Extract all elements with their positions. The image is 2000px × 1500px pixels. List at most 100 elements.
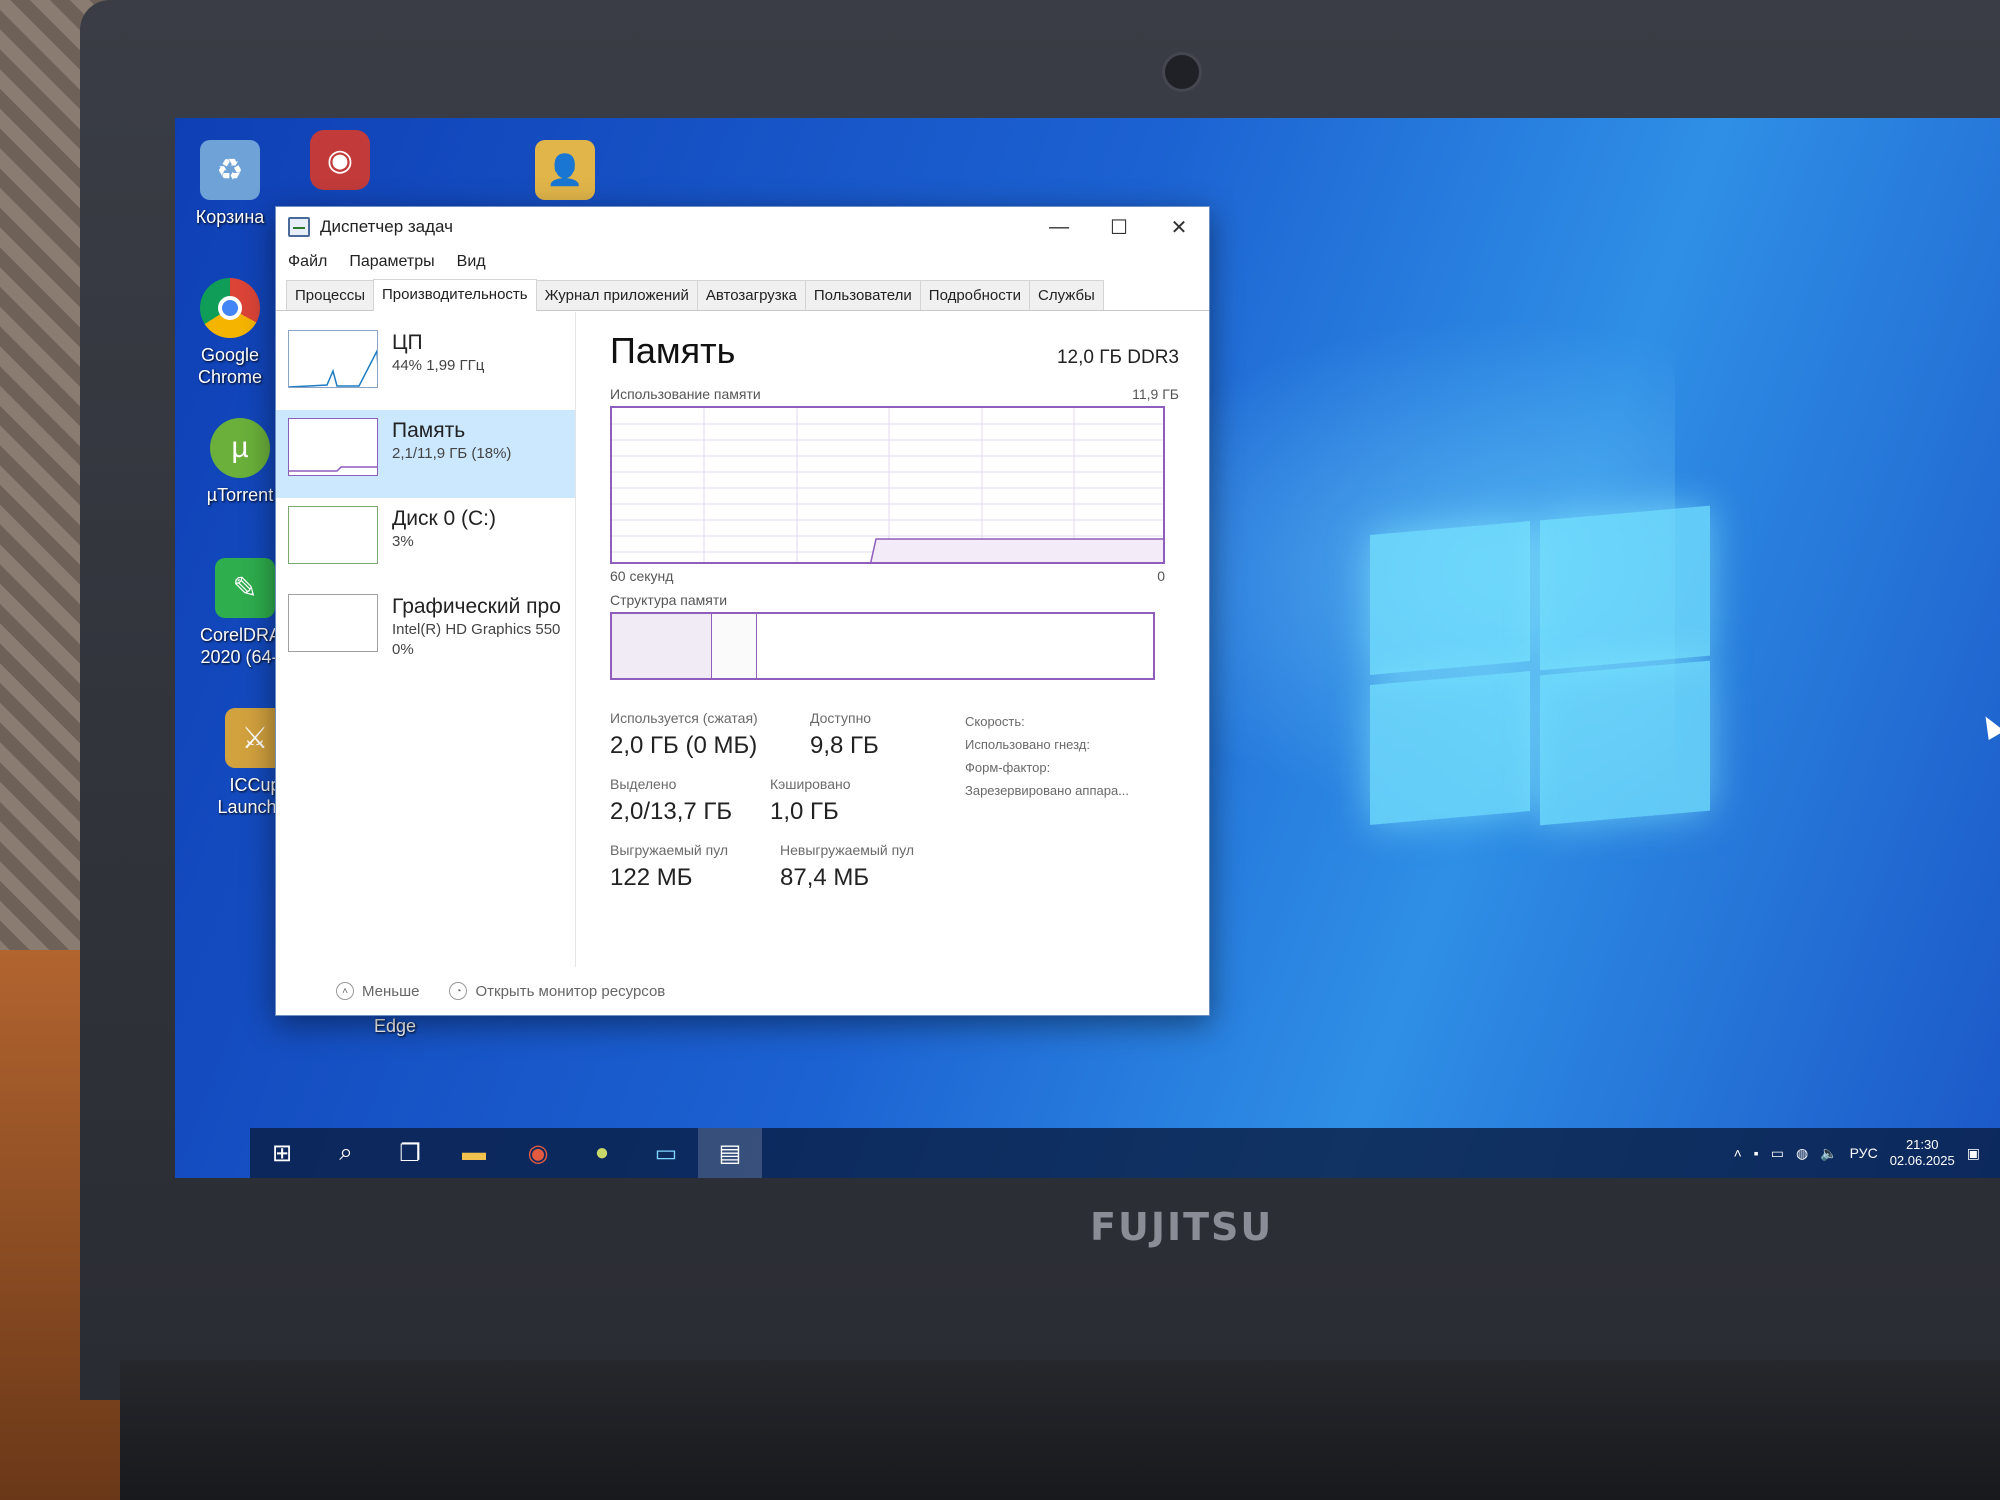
open-resource-monitor-link[interactable]: ◔ Открыть монитор ресурсов: [449, 982, 665, 1000]
disk-thumbnail: [288, 506, 378, 564]
clock-date: 02.06.2025: [1889, 1153, 1955, 1168]
stat-committed-value: 2,0/13,7 ГБ: [610, 798, 733, 825]
task-manager-window: Диспетчер задач — ☐ ✕ Файл Параметры Вид…: [275, 206, 1210, 1016]
task-manager-icon: ▤: [718, 1139, 742, 1167]
tray-overflow-icon[interactable]: ˄: [1734, 1145, 1742, 1161]
chrome-taskbar-button[interactable]: ◉: [506, 1128, 570, 1178]
structure-modified: [712, 614, 757, 678]
close-button[interactable]: ✕: [1149, 207, 1209, 247]
window-titlebar[interactable]: Диспетчер задач — ☐ ✕: [276, 207, 1209, 247]
laptop-base: [120, 1360, 2000, 1500]
user-folder-icon: 👤: [535, 140, 595, 200]
structure-label: Структура памяти: [610, 592, 728, 608]
structure-in-use: [612, 614, 712, 678]
tab-processes[interactable]: Процессы: [286, 280, 375, 310]
detail-spec: 12,0 ГБ DDR3: [1056, 347, 1179, 368]
desktop-screen: ♻ Корзина ◉ 👤 Google Chrome µ µTorrent ✎…: [175, 118, 2000, 1178]
minimize-button[interactable]: —: [1029, 207, 1089, 247]
sidebar-memory-sub: 2,1/11,9 ГБ (18%): [392, 445, 512, 462]
stat-paged-label: Выгружаемый пул: [610, 842, 729, 858]
clock-time: 21:30: [1905, 1137, 1939, 1152]
memory-stats: Используется (сжатая) 2,0 ГБ (0 МБ) Дост…: [610, 710, 1179, 910]
sidebar-item-disk[interactable]: Диск 0 (C:) 3%: [276, 498, 575, 586]
sidebar-gpu-name: Графический про: [392, 595, 561, 618]
windows-logo-icon: [1370, 498, 1710, 828]
tray-device-icon[interactable]: ▪: [1754, 1145, 1759, 1161]
clock[interactable]: 21:30 02.06.2025: [1890, 1137, 1955, 1169]
taskbar: ⊞ ⌕ ❐ ▬ ◉ ● ▭ ▤ ˄ ▪ ▭ ◍ 🔈 РУС 21:30 02.0…: [250, 1128, 2000, 1178]
stat-committed-label: Выделено: [610, 776, 677, 792]
search-button[interactable]: ⌕: [314, 1128, 378, 1178]
utorrent-icon: µ: [210, 418, 270, 478]
maximize-button[interactable]: ☐: [1089, 207, 1149, 247]
menu-view[interactable]: Вид: [457, 253, 486, 271]
system-tray: ˄ ▪ ▭ ◍ 🔈 РУС 21:30 02.06.2025 ▣: [1734, 1137, 2000, 1169]
coreldraw-icon: ✎: [215, 558, 275, 618]
tab-startup[interactable]: Автозагрузка: [696, 280, 806, 310]
sidebar-cpu-name: ЦП: [392, 331, 423, 354]
sidebar-item-gpu[interactable]: Графический про Intel(R) HD Graphics 550…: [276, 586, 575, 674]
sidebar-disk-sub: 3%: [392, 533, 414, 550]
stat-cached-label: Кэшировано: [770, 776, 851, 792]
webcam-icon: [1162, 52, 1202, 92]
network-icon[interactable]: ◍: [1796, 1145, 1808, 1162]
sidebar-item-cpu[interactable]: ЦП 44% 1,99 ГГц: [276, 322, 575, 410]
app-taskbar-button[interactable]: ●: [570, 1128, 634, 1178]
file-explorer-button[interactable]: ▬: [442, 1128, 506, 1178]
structure-free: [757, 614, 1153, 678]
detail-title: Память: [610, 330, 736, 371]
task-view-button[interactable]: ❐: [378, 1128, 442, 1178]
desktop-icon-utorrent[interactable]: µ µTorrent: [195, 418, 285, 506]
performance-detail: Память 12,0 ГБ DDR3 Использование памяти…: [576, 312, 1209, 967]
laptop-brand: FUJITSU: [1090, 1205, 1274, 1249]
stat-form-label: Форм-фактор:: [965, 760, 1051, 775]
performance-sidebar: ЦП 44% 1,99 ГГц Память 2,1/11,9 ГБ (18%): [276, 312, 576, 967]
volume-icon[interactable]: 🔈: [1820, 1145, 1837, 1162]
desktop-icon-user-folder[interactable]: 👤: [520, 140, 610, 206]
usage-graph-label: Использование памяти: [610, 386, 761, 402]
memory-usage-graph: [610, 406, 1165, 564]
tab-services[interactable]: Службы: [1028, 280, 1104, 310]
tab-performance[interactable]: Производительность: [373, 279, 537, 311]
graph-axis-left: 60 секунд: [610, 568, 674, 584]
battery-icon[interactable]: ▭: [1771, 1145, 1784, 1162]
menu-options[interactable]: Параметры: [349, 253, 434, 271]
menu-file[interactable]: Файл: [288, 253, 327, 271]
desktop-icon-recycle-bin[interactable]: ♻ Корзина: [185, 140, 275, 228]
stat-in-use-value: 2,0 ГБ (0 МБ): [610, 732, 758, 759]
tab-app-history[interactable]: Журнал приложений: [535, 280, 698, 310]
task-view-icon: ❐: [399, 1139, 421, 1167]
stat-cached-value: 1,0 ГБ: [770, 798, 839, 825]
graph-axis-right: 0: [1157, 568, 1165, 584]
tab-users[interactable]: Пользователи: [804, 280, 921, 310]
sidebar-gpu-usage: 0%: [392, 641, 414, 658]
memory-structure-bar: [610, 612, 1155, 680]
stat-in-use-label: Используется (сжатая): [610, 710, 758, 726]
desktop-icon-webcam-app[interactable]: ◉: [295, 130, 385, 196]
language-indicator[interactable]: РУС: [1850, 1145, 1878, 1161]
cpu-thumbnail: [288, 330, 378, 388]
display-taskbar-button[interactable]: ▭: [634, 1128, 698, 1178]
task-manager-taskbar-button[interactable]: ▤: [698, 1128, 762, 1178]
sidebar-memory-name: Память: [392, 419, 466, 442]
sidebar-gpu-sub: Intel(R) HD Graphics 550: [392, 621, 561, 638]
tab-bar: Процессы Производительность Журнал прило…: [276, 277, 1209, 311]
chrome-icon: ◉: [527, 1139, 549, 1167]
fewer-details-label: Меньше: [362, 982, 420, 1000]
notifications-icon[interactable]: ▣: [1967, 1145, 1980, 1162]
tab-details[interactable]: Подробности: [919, 280, 1030, 310]
fewer-details-button[interactable]: ˄ Меньше: [336, 982, 419, 1000]
sidebar-disk-name: Диск 0 (C:): [392, 507, 496, 530]
stat-speed-label: Скорость:: [965, 714, 1025, 729]
start-button[interactable]: ⊞: [250, 1128, 314, 1178]
window-title: Диспетчер задач: [320, 217, 453, 236]
file-explorer-icon: ▬: [462, 1139, 486, 1166]
stat-nonpaged-value: 87,4 МБ: [780, 864, 870, 891]
resource-monitor-label: Открыть монитор ресурсов: [475, 982, 666, 1000]
sidebar-item-memory[interactable]: Память 2,1/11,9 ГБ (18%): [276, 410, 575, 498]
window-footer: ˄ Меньше ◔ Открыть монитор ресурсов: [276, 967, 1209, 1015]
recycle-bin-icon: ♻: [200, 140, 260, 200]
app-icon: ●: [594, 1139, 610, 1166]
stat-reserved-label: Зарезервировано аппара...: [965, 783, 1130, 798]
desktop-icon-chrome[interactable]: Google Chrome: [185, 278, 275, 388]
